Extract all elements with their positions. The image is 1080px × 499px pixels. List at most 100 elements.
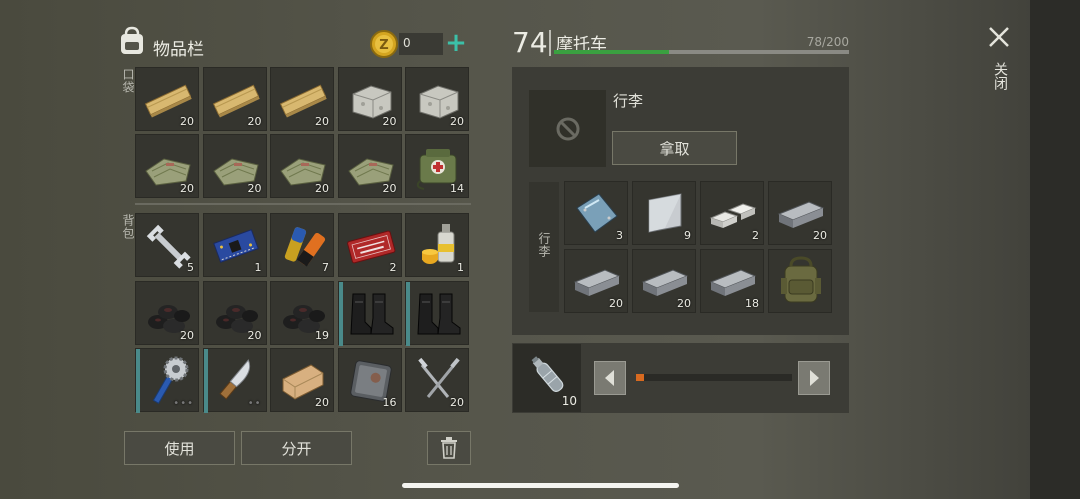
increase-button[interactable] [798,361,830,395]
pocket-slot[interactable]: 20 [202,67,267,131]
backpack-icon [121,26,143,54]
use-button[interactable]: 使用 [124,431,235,465]
fuel-panel: 10 [512,343,849,413]
durability-dots: ••• [173,398,194,409]
close-icon [989,27,1009,47]
add-coins-button[interactable]: + [443,29,469,59]
home-indicator[interactable] [402,483,679,488]
fuel-count: 10 [561,394,577,408]
item-count: 14 [450,182,464,195]
storage-slot[interactable]: 20 [564,249,628,313]
backpack-slot[interactable]: 5 [135,213,199,277]
item-count: 20 [315,115,329,128]
capacity-bar-fill [554,50,670,54]
vehicle-panel: 行李 拿取 行李 3 9 2 20 20 20 18 [512,67,849,335]
capacity-text: 78/200 [806,35,849,49]
item-count: 18 [745,297,759,310]
item-count: 20 [315,396,329,409]
chevron-right-icon [810,370,819,386]
backpack-slot[interactable]: 1 [202,213,267,277]
backpack-slot[interactable]: ••• [135,348,199,413]
vehicle-level: 74 [512,26,548,59]
pocket-slot[interactable]: 20 [135,134,199,198]
plastic-bottle-icon [531,356,564,392]
pocket-slot[interactable]: 20 [135,67,199,131]
decrease-button[interactable] [594,361,626,395]
storage-slot[interactable]: 20 [632,249,696,313]
item-count: 20 [382,115,397,128]
svg-text:Z: Z [379,38,388,53]
equipped-indicator [406,281,410,346]
storage-slot[interactable]: 18 [700,249,764,313]
equipped-indicator [203,349,208,413]
delete-button[interactable] [427,431,471,465]
equipped-indicator [338,281,343,346]
item-count: 20 [677,297,691,310]
pocket-slot[interactable]: 20 [405,67,469,131]
item-count: 20 [180,182,194,195]
storage-slot[interactable]: 2 [700,181,764,245]
pocket-slot[interactable]: 20 [337,134,402,198]
take-button[interactable]: 拿取 [612,131,737,165]
coin-display: Z 0 + [369,29,469,59]
boots-icon [417,293,461,334]
backpack-slot[interactable] [337,280,402,346]
item-count: 20 [813,229,827,242]
fuel-slot[interactable]: 10 [513,344,581,412]
title-separator [549,30,551,56]
coin-count: 0 [403,36,411,50]
item-count: 20 [247,115,262,128]
item-count: 20 [180,115,194,128]
pocket-slot[interactable]: 14 [405,134,469,198]
item-count: 20 [180,328,194,342]
item-count: 20 [450,396,464,409]
backpack-slot[interactable]: 20 [270,348,334,412]
pocket-slot[interactable]: 20 [270,67,334,131]
backpack-slot[interactable]: 16 [337,348,402,412]
close-label: 关闭 [992,62,1008,90]
storage-slot[interactable]: 20 [768,181,832,245]
close-button[interactable]: 关闭 [984,22,1014,102]
item-count: 7 [322,261,329,274]
backpack-slot[interactable]: 19 [270,280,334,345]
item-count: 19 [315,328,329,342]
equipped-indicator [136,349,140,413]
storage-slot[interactable]: 9 [632,181,696,245]
item-count: 20 [450,115,464,128]
item-count: 9 [684,229,691,242]
pocket-slot[interactable]: 20 [202,134,267,198]
backpack-slot[interactable]: 20 [202,280,267,345]
item-count: 3 [616,229,623,242]
backpack-slot[interactable]: 7 [270,213,334,277]
divider [135,203,471,205]
backpack-slot[interactable]: 20 [405,348,469,412]
backpack-slot[interactable]: 20 [135,280,199,345]
storage-tab: 行李 [529,182,559,312]
backpack-slot[interactable]: •• [202,348,267,413]
split-button[interactable]: 分开 [241,431,352,465]
right-edge-shade [1030,0,1080,499]
luggage-title: 行李 [613,92,644,110]
item-count: 20 [315,182,329,195]
storage-slot[interactable]: 3 [564,181,628,245]
item-count: 2 [389,261,397,274]
pocket-slot[interactable]: 20 [270,134,334,198]
boots-icon [349,293,393,334]
backpack-slot[interactable]: 2 [337,213,402,277]
durability-dots: •• [247,398,262,409]
item-count: 1 [457,261,464,274]
backpack-slot[interactable]: 1 [405,213,469,277]
item-count: 5 [187,261,194,274]
pocket-slot[interactable]: 20 [337,67,402,131]
storage-slot[interactable] [768,249,832,313]
backpack-slot[interactable] [405,280,469,346]
luggage-slot[interactable] [529,90,606,167]
amount-slider-fill [636,374,644,381]
item-count: 20 [609,297,623,310]
item-count: 20 [247,182,262,195]
military-backpack-icon [781,256,821,303]
inventory-title: 物品栏 [153,40,204,60]
coin-icon: Z [370,30,398,58]
amount-slider[interactable] [636,374,792,381]
trash-icon [441,437,457,459]
